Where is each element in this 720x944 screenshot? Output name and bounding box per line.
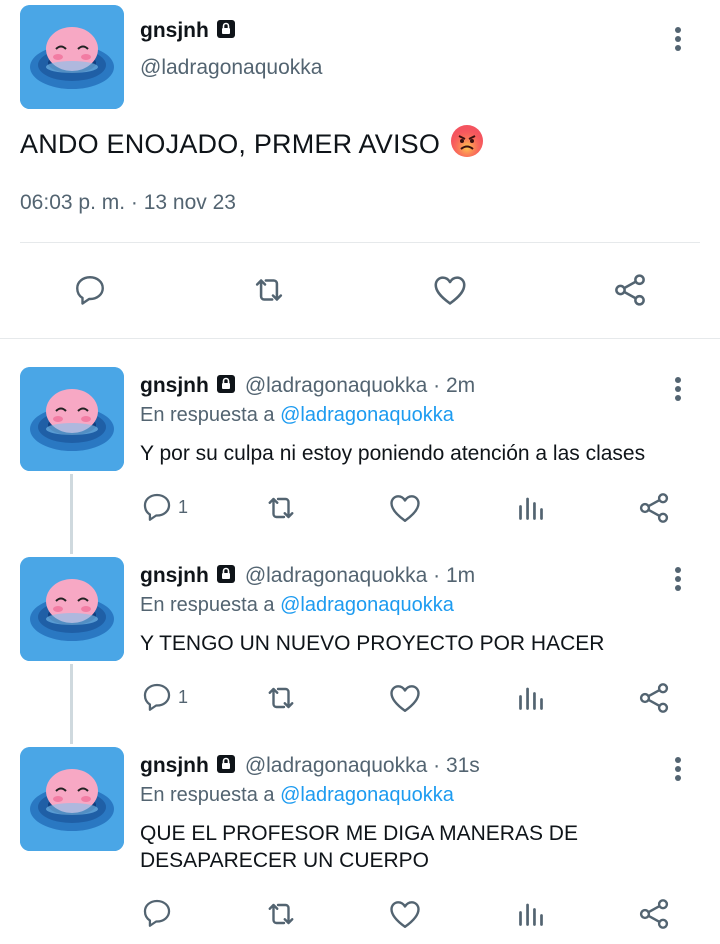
display-name[interactable]: gnsjnh [140,754,209,778]
reply-text-line: DESAPARECER UN CUERPO [140,849,429,872]
author-row: gnsjnh @ladragonaquokka · 31s [140,751,480,781]
author-row: gnsjnh @ladragonaquokka · 1m [140,561,475,591]
reply-mention-link[interactable]: @ladragonaquokka [280,594,454,616]
lock-icon [215,18,237,45]
more-options-icon[interactable] [675,24,681,54]
author-row: gnsjnh [140,16,237,46]
reply-count: 1 [178,496,189,517]
thread-line [70,664,73,744]
avatar[interactable] [20,5,124,109]
share-icon[interactable] [636,680,672,716]
share-icon[interactable] [636,896,672,932]
section-divider [0,338,720,339]
avatar[interactable] [20,367,124,471]
display-name[interactable]: gnsjnh [140,374,209,398]
tweet-timestamp[interactable]: 06:03 p. m. · 13 nov 23 [20,191,236,215]
like-icon[interactable] [387,896,423,932]
avatar[interactable] [20,557,124,661]
reply-prefix: En respuesta a [140,594,275,616]
lock-icon [215,563,237,590]
reply-prefix: En respuesta a [140,404,275,426]
handle[interactable]: @ladragonaquokka [140,56,322,80]
retweet-icon[interactable] [263,896,299,932]
retweet-icon[interactable] [249,270,289,310]
divider [20,242,700,243]
retweet-icon[interactable] [263,490,299,526]
share-icon[interactable] [636,490,672,526]
avatar[interactable] [20,747,124,851]
reply-mention-link[interactable]: @ladragonaquokka [280,784,454,806]
handle-and-time[interactable]: @ladragonaquokka · 1m [245,564,475,588]
reply-context: En respuesta a @ladragonaquokka [140,404,454,427]
reply-prefix: En respuesta a [140,784,275,806]
author-row: gnsjnh @ladragonaquokka · 2m [140,371,475,401]
like-icon[interactable] [387,680,423,716]
reply-icon[interactable] [140,680,174,714]
analytics-icon[interactable] [513,680,549,716]
reply-text-line: QUE EL PROFESOR ME DIGA MANERAS DE [140,822,578,845]
lock-icon [215,373,237,400]
display-name[interactable]: gnsjnh [140,19,209,43]
analytics-icon[interactable] [513,896,549,932]
more-options-icon[interactable] [675,754,681,784]
angry-face-icon [450,124,484,165]
reply-icon[interactable] [70,270,110,310]
reply-button[interactable] [140,896,178,930]
handle-and-time[interactable]: @ladragonaquokka · 2m [245,374,475,398]
share-icon[interactable] [610,270,650,310]
reply-button[interactable]: 1 [140,490,188,524]
like-icon[interactable] [430,270,470,310]
reply-button[interactable]: 1 [140,680,188,714]
reply-count: 1 [178,686,189,707]
more-options-icon[interactable] [675,374,681,404]
reply-text: Y por su culpa ni estoy poniendo atenció… [140,442,646,465]
retweet-icon[interactable] [263,680,299,716]
reply-text: Y TENGO UN NUEVO PROYECTO POR HACER [140,632,605,655]
reply-icon[interactable] [140,490,174,524]
display-name[interactable]: gnsjnh [140,564,209,588]
tweet-text: ANDO ENOJADO, PRMER AVISO [20,129,441,159]
handle-and-time[interactable]: @ladragonaquokka · 31s [245,754,480,778]
tweet-text-row: ANDO ENOJADO, PRMER AVISO [20,124,484,165]
like-icon[interactable] [387,490,423,526]
lock-icon [215,753,237,780]
reply-context: En respuesta a @ladragonaquokka [140,784,454,807]
reply-icon[interactable] [140,896,174,930]
reply-context: En respuesta a @ladragonaquokka [140,594,454,617]
more-options-icon[interactable] [675,564,681,594]
thread-line [70,474,73,554]
analytics-icon[interactable] [513,490,549,526]
reply-mention-link[interactable]: @ladragonaquokka [280,404,454,426]
reply-text: QUE EL PROFESOR ME DIGA MANERAS DE DESAP… [140,820,578,874]
